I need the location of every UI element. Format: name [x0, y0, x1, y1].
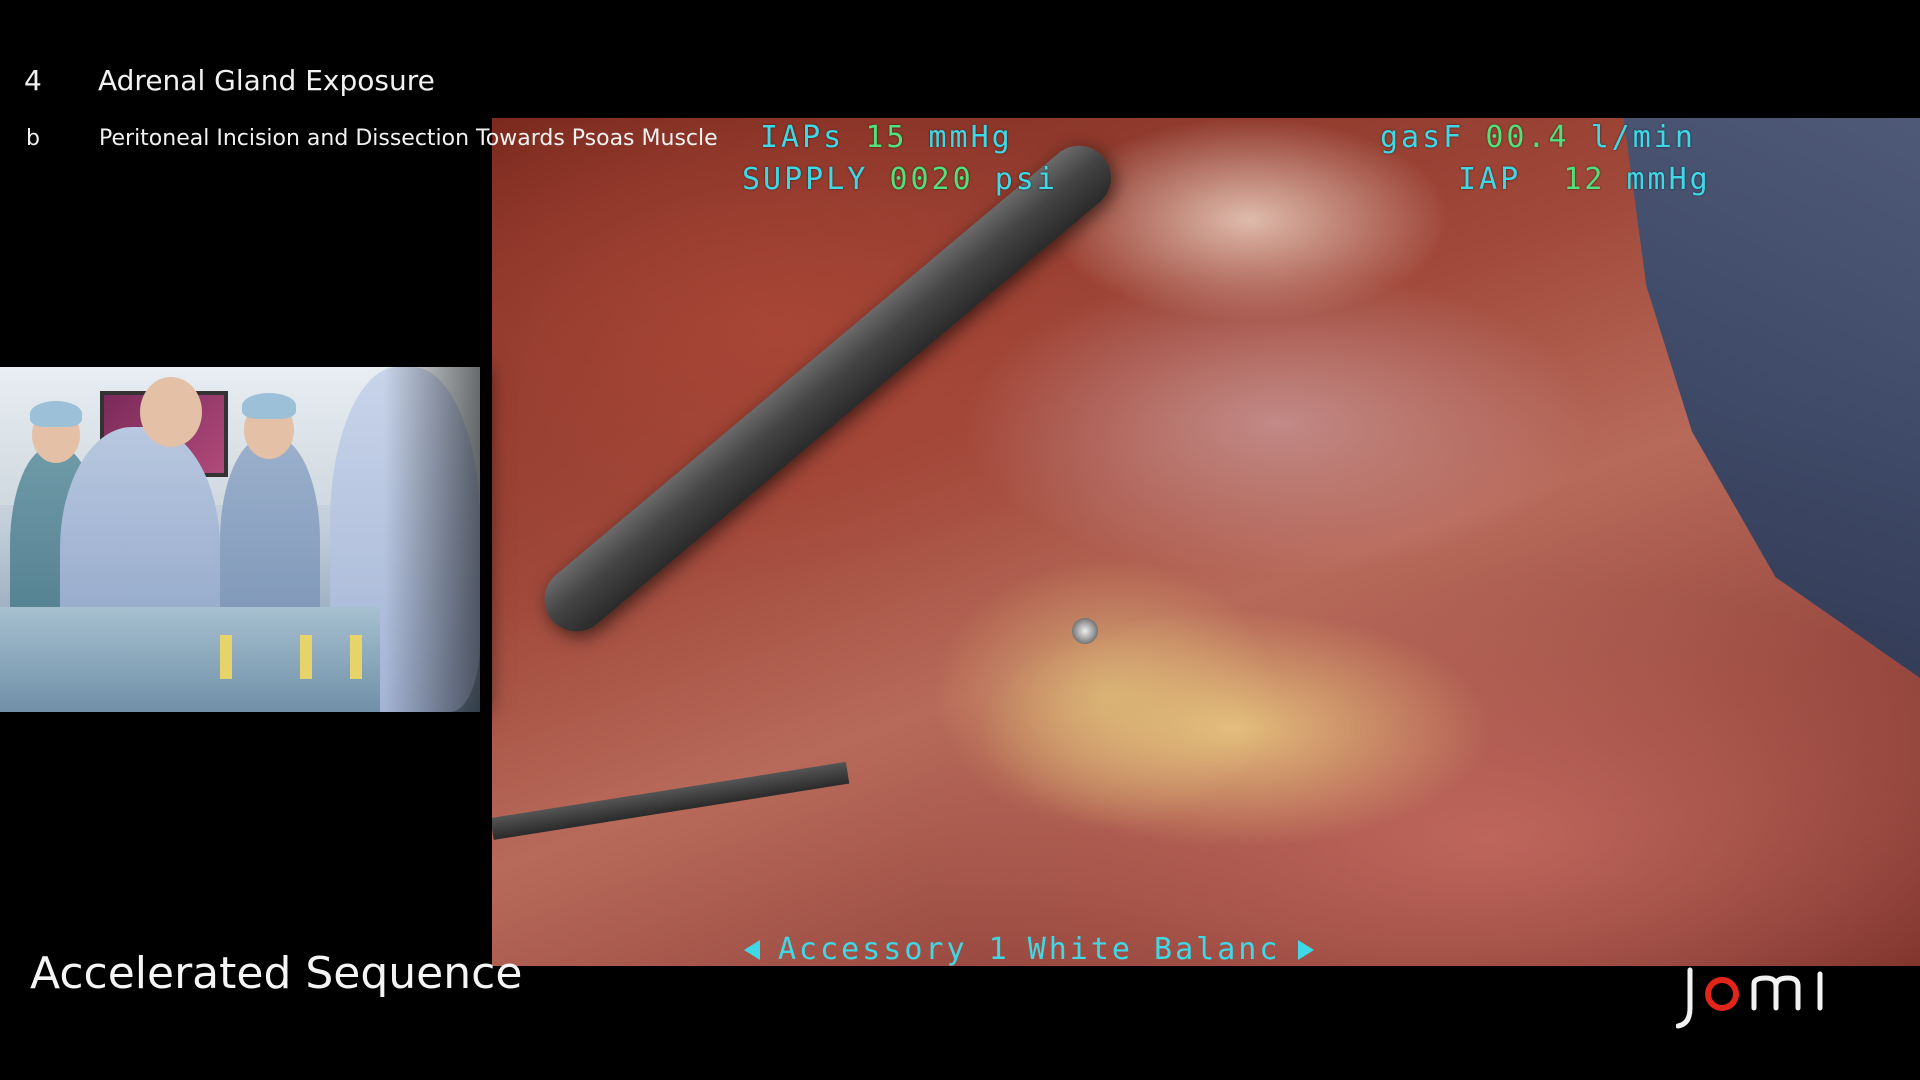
osd-iaps-unit: mmHg	[928, 120, 1013, 155]
osd-iap-value: 12	[1563, 162, 1606, 197]
surgical-drape	[1623, 118, 1920, 678]
osd-supply-readout: SUPPLY 0020 psi	[742, 162, 1058, 197]
video-frame: IAPs 15 mmHg SUPPLY 0020 psi gasF 00.4 l…	[0, 0, 1920, 1080]
triangle-right-icon	[1298, 939, 1315, 960]
chapter-title: Adrenal Gland Exposure	[98, 64, 435, 97]
section-title: Peritoneal Incision and Dissection Towar…	[99, 126, 718, 151]
osd-supply-unit: psi	[994, 162, 1058, 197]
osd-gasf-value: 00.4	[1485, 120, 1570, 155]
chapter-number: 4	[24, 64, 42, 97]
osd-iap-label: IAP	[1458, 162, 1522, 197]
osd-supply-label: SUPPLY	[742, 162, 869, 197]
jomi-logo	[1676, 967, 1823, 1029]
osd-menu-setting: White Balanc	[1027, 932, 1281, 967]
operating-room-inset	[0, 367, 480, 712]
laparoscopic-instrument	[531, 132, 1125, 645]
osd-iap-unit: mmHg	[1626, 162, 1711, 197]
triangle-left-icon	[744, 939, 760, 960]
section-letter: b	[26, 126, 40, 151]
osd-menu-item: Accessory 1	[778, 932, 1010, 967]
laparoscopic-view	[492, 118, 1920, 966]
secondary-instrument	[492, 761, 850, 840]
osd-gasf-label: gasF	[1380, 120, 1465, 155]
inset-vignette	[0, 367, 480, 712]
osd-iap-readout: IAP 12 mmHg	[1458, 162, 1711, 197]
osd-iaps-value: 15	[865, 120, 908, 155]
osd-gasf-readout: gasF 00.4 l/min	[1380, 120, 1696, 155]
osd-gasf-unit: l/min	[1590, 120, 1696, 155]
sequence-label: Accelerated Sequence	[30, 948, 523, 999]
osd-menu-bar: Accessory 1 White Balanc	[744, 932, 1315, 967]
osd-iaps-label: IAPs	[760, 120, 845, 155]
instrument-tip	[1072, 618, 1098, 644]
osd-supply-value: 0020	[889, 162, 974, 197]
osd-iaps-readout: IAPs 15 mmHg	[760, 120, 1013, 155]
